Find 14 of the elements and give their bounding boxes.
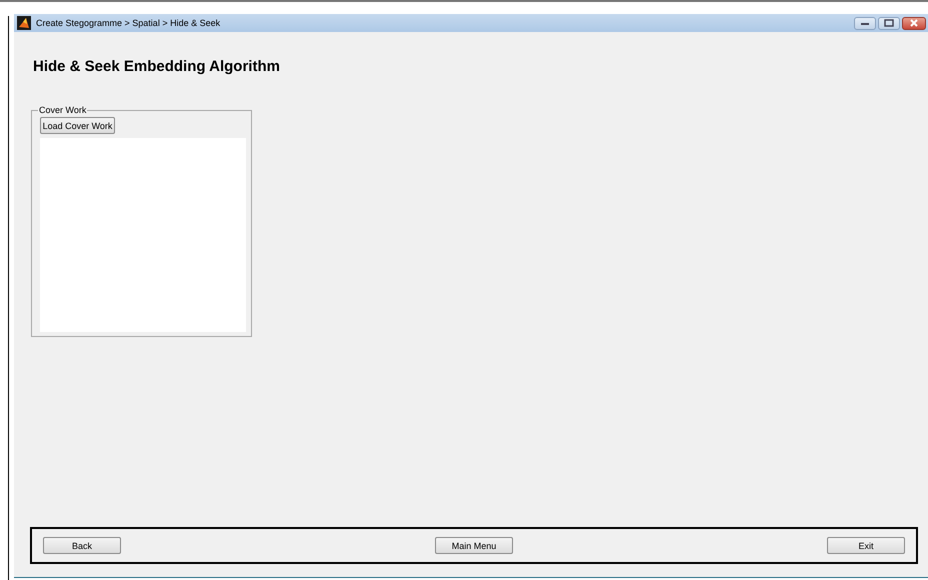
minimize-button[interactable]: [854, 16, 876, 30]
maximize-button[interactable]: [878, 16, 900, 30]
minimize-icon: [860, 20, 870, 26]
footer-button[interactable]: Exit: [827, 537, 905, 554]
maximize-icon: [884, 19, 894, 27]
footer-button[interactable]: Main Menu: [435, 537, 513, 554]
load-cover-work-button[interactable]: Load Cover Work: [40, 117, 115, 134]
app-icon: [17, 16, 31, 30]
window-title: Create Stegogramme > Spatial > Hide & Seek: [36, 18, 220, 28]
footer-button[interactable]: Back: [43, 537, 121, 554]
close-button[interactable]: [902, 16, 926, 30]
close-icon: [909, 19, 919, 27]
panel-title: Cover Work: [38, 105, 88, 115]
page-heading: Hide & Seek Embedding Algorithm: [33, 58, 281, 75]
